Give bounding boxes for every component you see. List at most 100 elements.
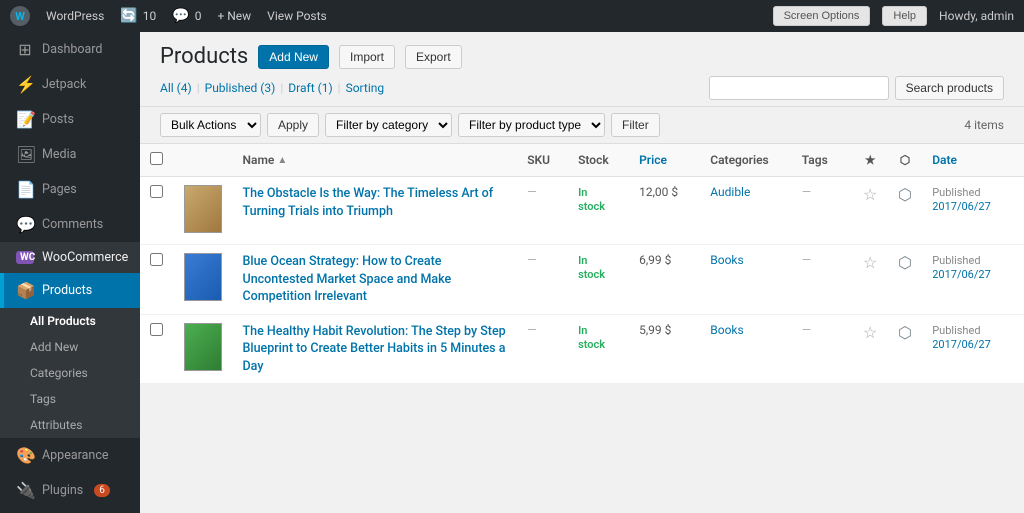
th-checkbox: [140, 144, 174, 177]
admin-bar: W WordPress 🔄 10 💬 0 + New View Posts Sc…: [0, 0, 1024, 32]
row1-category-link[interactable]: Audible: [710, 185, 750, 199]
appearance-icon: 🎨: [16, 446, 34, 465]
row1-box-cell: ⬡: [888, 177, 923, 245]
th-name[interactable]: Name ▲: [233, 144, 518, 177]
row2-star-cell: ☆: [853, 245, 888, 315]
row1-price: 12,00 $: [629, 177, 700, 245]
filter-category-select[interactable]: Filter by category: [325, 113, 452, 137]
row2-date-link[interactable]: 2017/06/27: [932, 268, 991, 281]
row2-name-cell: Blue Ocean Strategy: How to Create Uncon…: [233, 245, 518, 315]
dashboard-icon: ⊞: [16, 40, 34, 59]
sep1: |: [197, 81, 200, 95]
filter-published-link[interactable]: Published (3): [205, 81, 276, 95]
apply-button[interactable]: Apply: [267, 113, 319, 137]
row2-product-name-link[interactable]: Blue Ocean Strategy: How to Create Uncon…: [243, 254, 452, 304]
row1-product-image: [184, 185, 222, 233]
sidebar-item-posts[interactable]: 📝 Posts: [0, 102, 140, 137]
row2-star-icon[interactable]: ☆: [863, 253, 877, 272]
row3-category-link[interactable]: Books: [710, 323, 743, 337]
updates-item[interactable]: 🔄 10: [120, 8, 156, 24]
sidebar-menu: ⊞ Dashboard ⚡ Jetpack 📝 Posts 🖼 Media 📄 …: [0, 32, 140, 513]
row1-sku: —: [517, 177, 568, 245]
sidebar-item-tags[interactable]: Tags: [0, 386, 140, 412]
row3-tags: —: [792, 314, 853, 384]
row3-name-cell: The Healthy Habit Revolution: The Step b…: [233, 314, 518, 384]
site-name-item[interactable]: WordPress: [46, 9, 104, 23]
filter-type-select[interactable]: Filter by product type: [458, 113, 605, 137]
table-header: Name ▲ SKU Stock Price Categories Tags ★…: [140, 144, 1024, 177]
row1-star-cell: ☆: [853, 177, 888, 245]
sidebar-item-categories[interactable]: Categories: [0, 360, 140, 386]
sidebar-item-media[interactable]: 🖼 Media: [0, 137, 140, 172]
row3-star-icon[interactable]: ☆: [863, 323, 877, 342]
filter-draft-link[interactable]: Draft (1): [288, 81, 332, 95]
main-content: Products Add New Import Export All (4) |…: [140, 32, 1024, 513]
sidebar-label-woocommerce: WooCommerce: [42, 250, 128, 265]
export-button[interactable]: Export: [405, 45, 462, 69]
row3-checkbox-cell: [140, 314, 174, 384]
wp-logo-item[interactable]: W: [10, 6, 30, 26]
sidebar-item-all-products[interactable]: All Products: [0, 308, 140, 334]
sidebar-item-attributes[interactable]: Attributes: [0, 412, 140, 438]
row3-date-link[interactable]: 2017/06/27: [932, 338, 991, 351]
select-all-checkbox[interactable]: [150, 152, 163, 165]
sidebar-item-pages[interactable]: 📄 Pages: [0, 172, 140, 207]
sidebar-item-jetpack[interactable]: ⚡ Jetpack: [0, 67, 140, 102]
sidebar-label-appearance: Appearance: [42, 448, 109, 463]
items-count: 4 items: [964, 118, 1004, 132]
sidebar-item-dashboard[interactable]: ⊞ Dashboard: [0, 32, 140, 67]
sidebar-label-pages: Pages: [42, 182, 77, 197]
import-button[interactable]: Import: [339, 45, 395, 69]
sidebar-label-plugins: Plugins: [42, 483, 83, 498]
filter-published[interactable]: Published (3): [205, 81, 276, 95]
row3-product-name-link[interactable]: The Healthy Habit Revolution: The Step b…: [243, 324, 506, 374]
sidebar-item-appearance[interactable]: 🎨 Appearance: [0, 438, 140, 473]
sep3: |: [338, 81, 341, 95]
filter-draft[interactable]: Draft (1): [288, 81, 332, 95]
view-posts-item[interactable]: View Posts: [267, 9, 327, 23]
filter-button[interactable]: Filter: [611, 113, 660, 137]
row2-box-icon: ⬡: [898, 253, 912, 272]
bulk-actions-select[interactable]: Bulk Actions: [160, 113, 261, 137]
sidebar-item-add-new[interactable]: Add New: [0, 334, 140, 360]
sidebar-label-media: Media: [42, 147, 76, 162]
add-new-button[interactable]: Add New: [258, 45, 329, 69]
row1-star-icon[interactable]: ☆: [863, 185, 877, 204]
filter-all-link[interactable]: All (4): [160, 81, 192, 95]
sidebar-item-comments[interactable]: 💬 Comments: [0, 207, 140, 242]
row1-checkbox[interactable]: [150, 185, 163, 198]
row1-product-name-link[interactable]: The Obstacle Is the Way: The Timeless Ar…: [243, 186, 494, 219]
page-title: Products: [160, 44, 248, 70]
th-price[interactable]: Price: [629, 144, 700, 177]
add-new-sidebar-label: Add New: [30, 340, 78, 354]
help-button[interactable]: Help: [882, 6, 927, 26]
row2-checkbox[interactable]: [150, 253, 163, 266]
sort-arrow: ▲: [277, 155, 287, 166]
sidebar-item-users[interactable]: 👤 Users: [0, 508, 140, 513]
filter-sorting[interactable]: Sorting: [346, 81, 385, 95]
woocommerce-icon: WC: [16, 251, 34, 264]
search-input[interactable]: [709, 76, 889, 100]
filter-all[interactable]: All (4): [160, 81, 192, 95]
row2-category-link[interactable]: Books: [710, 253, 743, 267]
row2-checkbox-cell: [140, 245, 174, 315]
row3-box-icon: ⬡: [898, 323, 912, 342]
all-products-label: All Products: [30, 314, 96, 328]
th-date[interactable]: Date: [922, 144, 1024, 177]
sep2: |: [280, 81, 283, 95]
comments-item[interactable]: 💬 0: [172, 8, 201, 24]
sidebar-item-products[interactable]: 📦 Products: [0, 273, 140, 308]
row1-date-status: Published: [932, 186, 980, 199]
sidebar-label-dashboard: Dashboard: [42, 42, 102, 57]
search-products-button[interactable]: Search products: [895, 76, 1004, 100]
row3-date-status: Published: [932, 324, 980, 337]
new-item[interactable]: + New: [217, 9, 251, 23]
filter-sorting-link[interactable]: Sorting: [346, 81, 385, 95]
row3-checkbox[interactable]: [150, 323, 163, 336]
screen-options-button[interactable]: Screen Options: [773, 6, 871, 26]
row1-date-link[interactable]: 2017/06/27: [932, 200, 991, 213]
row1-image-cell: [174, 177, 233, 245]
row3-date-cell: Published 2017/06/27: [922, 314, 1024, 384]
sidebar-item-woocommerce[interactable]: WC WooCommerce: [0, 242, 140, 273]
sidebar-item-plugins[interactable]: 🔌 Plugins 6: [0, 473, 140, 508]
